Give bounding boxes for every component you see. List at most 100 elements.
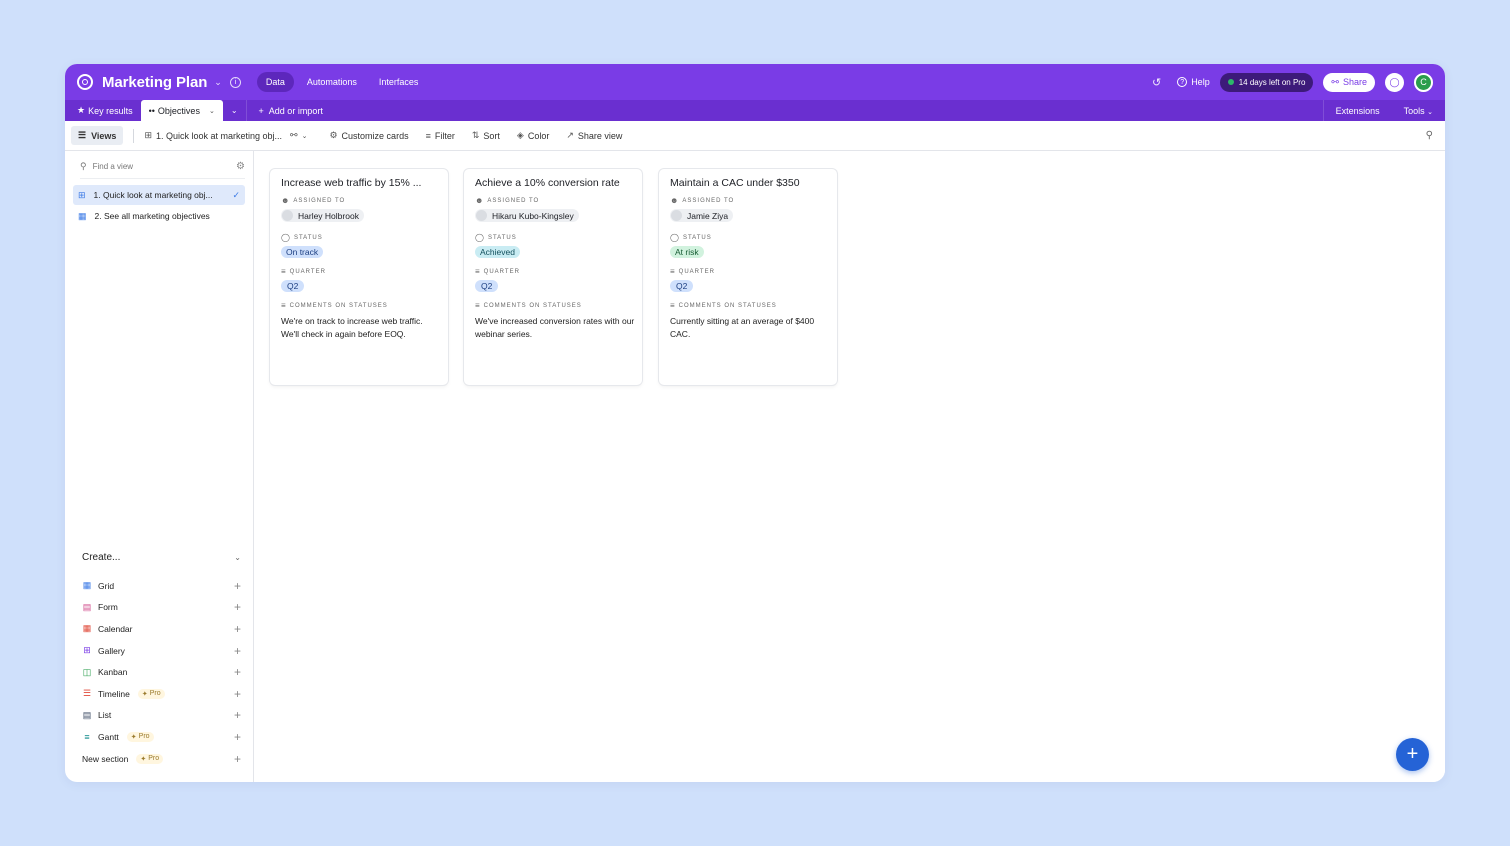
record-card[interactable]: Maintain a CAC under $350 ☻ ASSIGNED TO J…: [659, 169, 837, 385]
assignee-name: Jamie Ziya: [687, 210, 729, 221]
field-label-status: ◯ STATUS: [475, 233, 631, 242]
find-view-input[interactable]: ⚲ Find a view ⚙: [80, 159, 245, 179]
current-view-button[interactable]: ⊞ 1. Quick look at marketing obj...: [144, 130, 282, 141]
customize-cards-button[interactable]: ⚙ Customize cards: [329, 130, 408, 141]
create-gallery[interactable]: ⊞ Gallery +: [65, 640, 253, 662]
paint-bucket-icon: ◈: [516, 130, 524, 140]
views-toggle-button[interactable]: ☰ Views: [71, 126, 124, 145]
tab-key-results[interactable]: ★ Key results: [65, 100, 141, 121]
view-item-label: 2. See all marketing objectives: [94, 211, 210, 221]
share-label: Share: [1342, 77, 1367, 87]
dots-icon: ••: [148, 105, 155, 116]
chevron-down-icon[interactable]: ⌄: [214, 77, 222, 88]
gear-icon: ⚙: [329, 130, 338, 140]
bell-icon[interactable]: ◯: [1385, 72, 1404, 92]
status-badge: On track: [281, 246, 324, 258]
create-timeline[interactable]: ☰ Timeline ✦ Pro +: [65, 683, 253, 705]
base-title[interactable]: Marketing Plan: [102, 74, 207, 91]
color-label: Color: [527, 130, 550, 141]
add-or-import-button[interactable]: + Add or import: [245, 100, 339, 121]
plus-icon[interactable]: +: [234, 622, 241, 636]
share-button[interactable]: ⚯ Share: [1323, 72, 1375, 92]
plus-icon[interactable]: +: [234, 644, 241, 658]
history-icon[interactable]: ↺: [1152, 76, 1161, 89]
card-title: Increase web traffic by 15% ...: [281, 177, 422, 189]
view-item-quick-look[interactable]: ⊞ 1. Quick look at marketing obj... ✓: [73, 185, 245, 205]
people-icon: ⚯: [1331, 76, 1339, 87]
field-label-text: QUARTER: [678, 268, 715, 275]
tab-objectives[interactable]: •• Objectives ⌄: [140, 100, 223, 121]
text-icon: ≡: [475, 301, 480, 310]
search-icon[interactable]: ⚲: [1426, 130, 1433, 141]
create-item-label: List: [98, 710, 112, 721]
create-kanban[interactable]: ◫ Kanban +: [65, 661, 253, 683]
status-badge: At risk: [670, 246, 704, 258]
plus-icon[interactable]: +: [234, 687, 241, 701]
add-record-button[interactable]: +: [1396, 738, 1429, 771]
filter-icon: ≡: [425, 130, 431, 141]
share-view-button[interactable]: ↗ Share view: [566, 130, 622, 141]
avatar[interactable]: C: [1414, 72, 1433, 92]
plus-icon[interactable]: +: [234, 752, 241, 766]
field-label-comments: ≡ COMMENTS ON STATUSES: [281, 301, 437, 310]
plus-icon: +: [258, 105, 264, 116]
card-comment: We're on track to increase web traffic. …: [281, 316, 423, 339]
plus-icon[interactable]: +: [234, 579, 241, 593]
collaborators-button[interactable]: ⚯ ⌄: [290, 130, 307, 141]
plus-icon[interactable]: +: [234, 730, 241, 744]
view-item-see-all[interactable]: ▦ 2. See all marketing objectives: [73, 206, 245, 226]
plus-icon[interactable]: +: [234, 600, 241, 614]
create-gantt[interactable]: ≡ Gantt ✦ Pro +: [65, 726, 253, 748]
base-logo-icon[interactable]: [77, 74, 93, 90]
field-label-quarter: ≡ QUARTER: [281, 267, 437, 276]
find-view-placeholder: Find a view: [92, 162, 134, 171]
extensions-button[interactable]: Extensions: [1324, 106, 1392, 116]
help-label: Help: [1191, 77, 1210, 87]
sort-icon: ⇅: [471, 130, 480, 140]
filter-button[interactable]: ≡ Filter: [426, 131, 455, 141]
color-button[interactable]: ◈ Color: [517, 130, 549, 141]
create-grid[interactable]: ▦ Grid +: [65, 575, 253, 597]
tabs-more-chevron-icon[interactable]: ⌄: [223, 100, 246, 121]
info-icon[interactable]: i: [229, 76, 241, 88]
nav-data[interactable]: Data: [256, 72, 294, 92]
create-calendar[interactable]: ▦ Calendar +: [65, 618, 253, 640]
nav-automations[interactable]: Automations: [298, 72, 366, 92]
create-new-section[interactable]: New section ✦ Pro +: [65, 748, 253, 770]
gear-icon[interactable]: ⚙: [236, 161, 245, 172]
grid-icon: ▦: [82, 580, 92, 591]
chevron-down-icon: ⌄: [1427, 108, 1433, 116]
avatar: [476, 210, 487, 221]
external-link-icon: ↗: [566, 130, 574, 140]
plus-icon[interactable]: +: [234, 708, 241, 722]
help-button[interactable]: ? Help: [1177, 77, 1210, 87]
record-card[interactable]: Achieve a 10% conversion rate ☻ ASSIGNED …: [464, 169, 642, 385]
chevron-down-icon[interactable]: ⌄: [209, 107, 215, 115]
quarter-badge: Q2: [475, 280, 499, 292]
field-label-text: QUARTER: [289, 268, 326, 275]
trial-label: 14 days left on Pro: [1238, 77, 1306, 87]
trial-badge[interactable]: 14 days left on Pro: [1219, 72, 1314, 92]
plus-icon[interactable]: +: [234, 665, 241, 679]
view-toolbar: ☰ Views ⊞ 1. Quick look at marketing obj…: [65, 121, 1445, 151]
create-item-label: Grid: [98, 580, 115, 591]
tab-label: Objectives: [157, 105, 200, 116]
create-item-label: New section: [82, 753, 129, 764]
user-icon: ☻: [281, 196, 290, 205]
field-label-comments: ≡ COMMENTS ON STATUSES: [475, 301, 631, 310]
card-comment: We've increased conversion rates with ou…: [475, 316, 635, 339]
create-form[interactable]: ▤ Form +: [65, 597, 253, 619]
create-item-label: Gantt: [98, 731, 119, 742]
sort-button[interactable]: ⇅ Sort: [472, 130, 500, 141]
record-card[interactable]: Increase web traffic by 15% ... ☻ ASSIGNE…: [270, 169, 448, 385]
assignee-name: Hikaru Kubo-Kingsley: [492, 210, 574, 221]
field-label-text: COMMENTS ON STATUSES: [289, 302, 388, 309]
nav-interfaces[interactable]: Interfaces: [370, 72, 428, 92]
view-list: ⊞ 1. Quick look at marketing obj... ✓ ▦ …: [65, 185, 253, 226]
user-icon: ☻: [475, 196, 484, 205]
pro-label: Pro: [138, 733, 150, 741]
field-label-status: ◯ STATUS: [670, 233, 826, 242]
tools-button[interactable]: Tools ⌄: [1392, 106, 1445, 116]
create-toggle[interactable]: Create... ⌄: [65, 547, 253, 567]
create-list-view[interactable]: ▤ List +: [65, 705, 253, 727]
